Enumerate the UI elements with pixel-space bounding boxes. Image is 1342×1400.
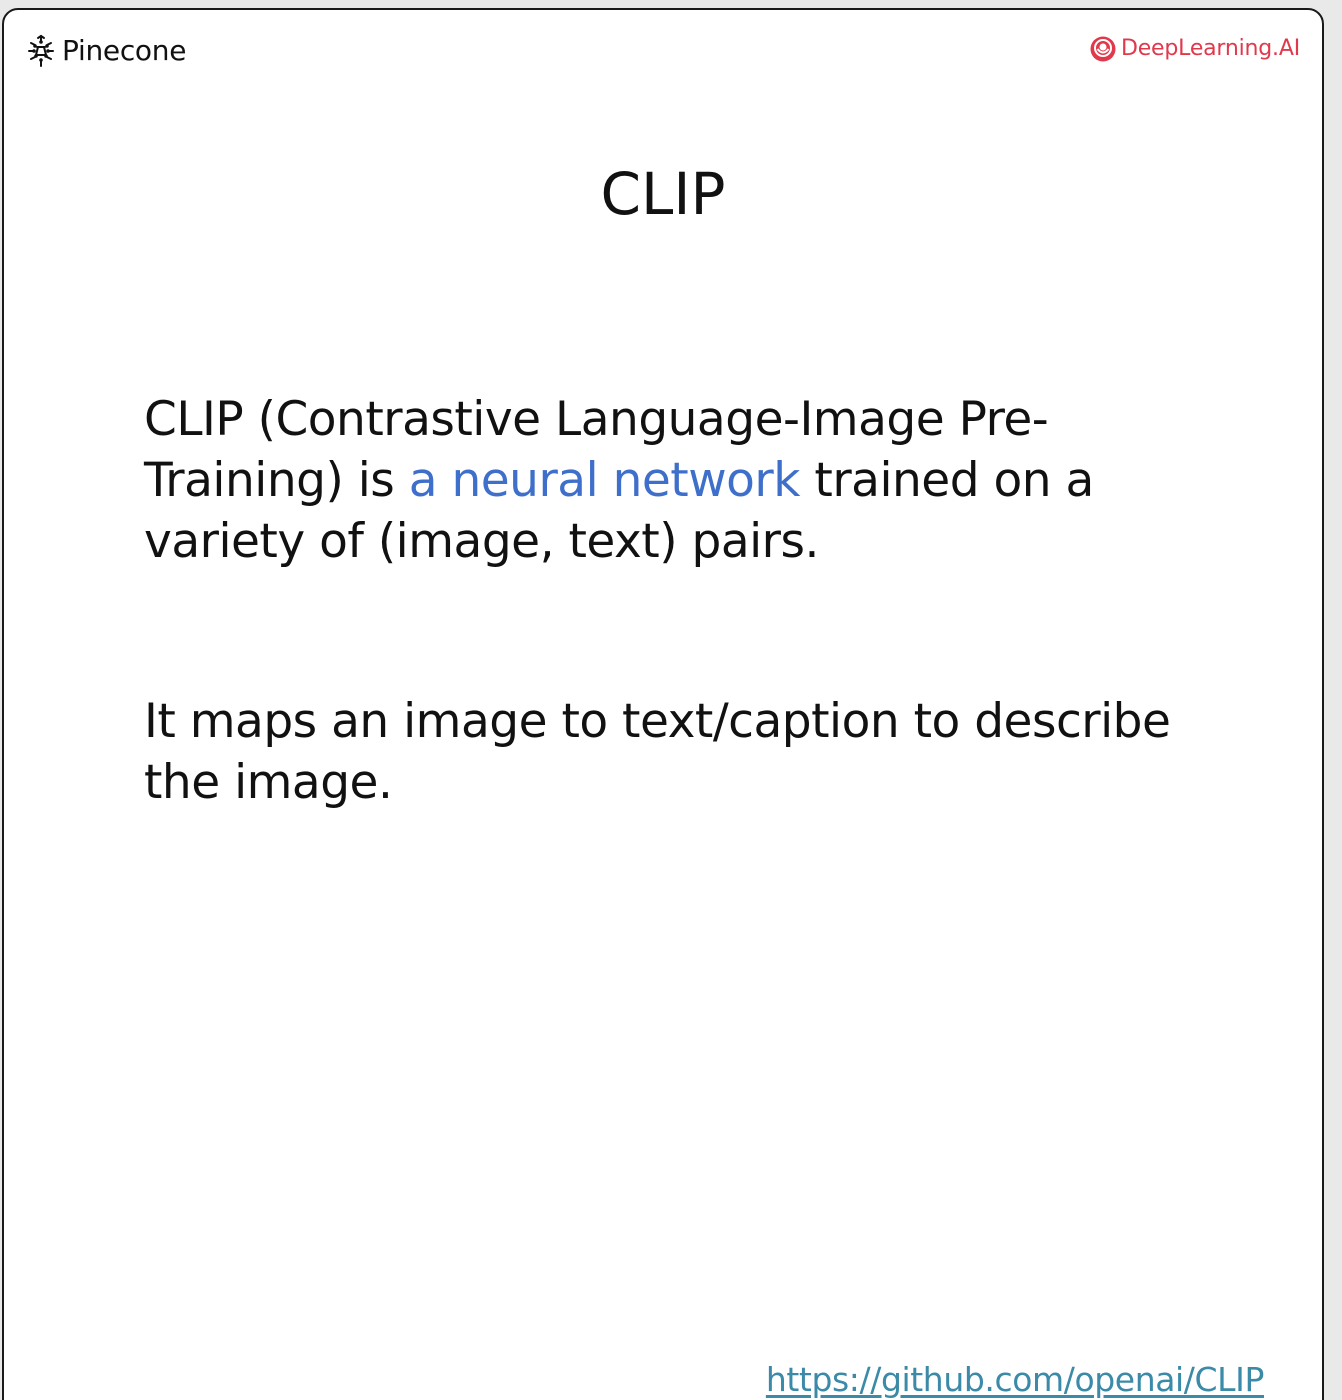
clip-definition-paragraph: CLIP (Contrastive Language-Image Pre-Tra… [144, 389, 1204, 572]
deeplearning-ai-logo-icon [1089, 35, 1117, 63]
pinecone-logo-icon [26, 34, 56, 68]
clip-github-link[interactable]: https://github.com/openai/CLIP [766, 1361, 1265, 1398]
clip-mapping-paragraph: It maps an image to text/caption to desc… [144, 694, 1171, 810]
deeplearning-brand-name: DeepLearning.AI [1120, 36, 1300, 61]
pinecone-brand-name: Pinecone [62, 34, 187, 67]
pinecone-brand: Pinecone [26, 34, 186, 68]
neural-network-highlight: a neural network [408, 453, 801, 508]
slide: Pinecone DeepLearning.AI CLIP CLIP (Cont… [2, 8, 1324, 1400]
deeplearning-brand: DeepLearning.AI [1089, 35, 1300, 63]
slide-title: CLIP [600, 160, 726, 228]
